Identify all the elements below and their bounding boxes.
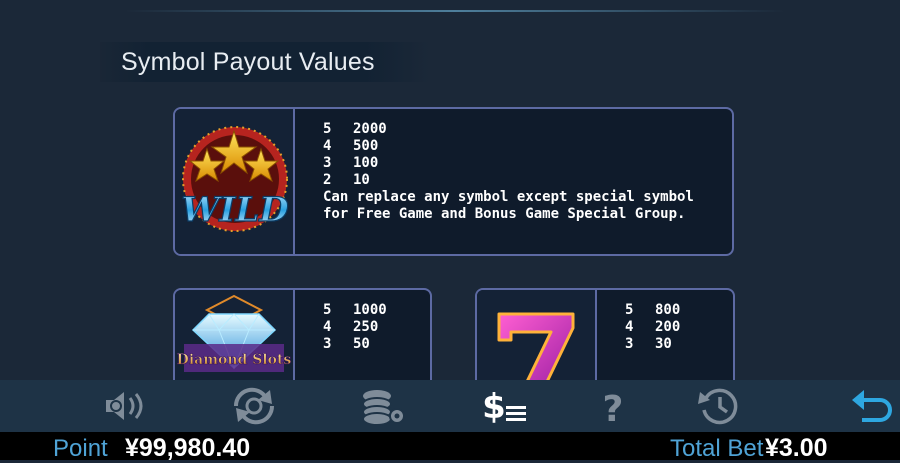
diamond-logo-text: Diamond Slots: [177, 352, 292, 368]
payout-row: 3 100: [323, 155, 379, 171]
payout-row: 3 50: [323, 336, 370, 352]
payout-row: 4 500: [323, 138, 379, 154]
payout-row: 2 10: [323, 172, 370, 188]
svg-text:?: ?: [603, 389, 624, 426]
svg-text:$: $: [482, 387, 506, 426]
wild-description: Can replace any symbol except special sy…: [323, 189, 694, 222]
payout-row: 5 800: [625, 302, 681, 318]
point-label: Point: [53, 435, 108, 462]
bottom-toolbar: $ ?: [0, 380, 900, 432]
wild-logo-text: WILD: [181, 190, 289, 230]
help-icon[interactable]: ?: [585, 386, 641, 430]
wild-symbol-icon: WILD: [175, 109, 295, 254]
wild-payout-card: WILD 5 2000 4 500 3 100 2 10 Can replace any…: [173, 107, 734, 256]
top-divider: [125, 10, 785, 12]
point-value: ¥99,980.40: [125, 434, 251, 462]
chips-settings-icon[interactable]: [355, 386, 411, 426]
back-icon[interactable]: [846, 386, 900, 426]
total-bet-value: ¥3.00: [765, 434, 828, 462]
payout-row: 5 1000: [323, 302, 387, 318]
autoplay-icon[interactable]: [226, 386, 282, 426]
payout-row: 4 250: [323, 319, 379, 335]
payout-row: 4 200: [625, 319, 681, 335]
page-title: Symbol Payout Values: [121, 48, 375, 76]
paytable-icon[interactable]: $: [478, 386, 534, 427]
history-icon[interactable]: [692, 386, 748, 426]
sound-icon[interactable]: [102, 386, 158, 426]
payout-row: 5 2000: [323, 121, 387, 137]
total-bet-label: Total Bet: [670, 435, 764, 462]
payout-row: 3 30: [625, 336, 672, 352]
